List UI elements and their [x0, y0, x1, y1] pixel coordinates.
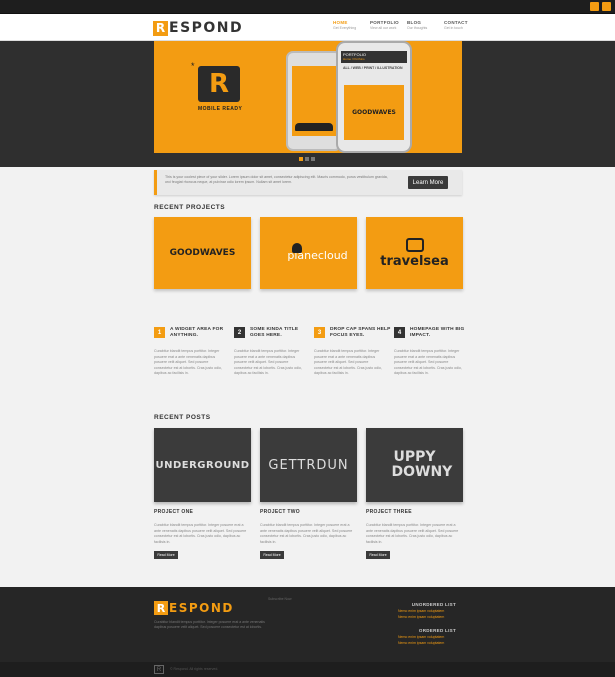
main-nav: HOME Get Everything PORTFOLIO View all o… [333, 20, 481, 30]
search-icon[interactable] [590, 2, 599, 11]
widget-title: HOMEPAGE WITH BIG IMPACT. [410, 327, 465, 338]
copyright-text: © Respond. All rights reserved. [170, 667, 219, 671]
top-bar [0, 0, 615, 14]
phone-screen-label: GOODWAVES [352, 109, 396, 116]
logo-text: ESPOND [169, 20, 244, 36]
site-header: R ESPOND HOME Get Everything PORTFOLIO V… [0, 14, 615, 41]
phone-back-image [286, 51, 342, 151]
slider-dot[interactable] [311, 157, 315, 161]
read-more-button[interactable]: Read More [154, 551, 178, 559]
footer-list-title: ORDERED LIST [418, 628, 456, 633]
widget-title: DROP CAP SPANS HELP FOCUS EYES. [330, 327, 391, 338]
footer-ordered-list: ORDERED LIST Nemo enim ipsam voluptatem … [398, 628, 456, 645]
post-thumbnail[interactable]: UNDERGROUND [154, 428, 251, 502]
footer-logo[interactable]: R ESPOND [154, 601, 234, 615]
nav-sub: Our thoughts [407, 26, 428, 30]
mobile-ready-label: MOBILE READY [198, 106, 243, 112]
post-thumb-label: GETTRDUN [268, 457, 349, 473]
post-card: UPPY DOWNY PROJECT THREE Curabitur bland… [366, 428, 463, 559]
mobile-ready-badge: R [198, 66, 240, 102]
post-thumb-label: UPPY DOWNY [391, 449, 453, 480]
camera-icon [405, 237, 424, 252]
slider-pager [299, 157, 317, 161]
project-thumb-goodwaves[interactable]: GOODWAVES [154, 217, 251, 289]
widget-body: Curabitur blandit tempus porttitor. Inte… [154, 349, 222, 375]
project-thumb-planecloud[interactable]: planecloud [260, 217, 357, 289]
footer-list-item[interactable]: Nemo enim ipsam voluptatem [398, 641, 456, 645]
nav-label: BLOG [407, 20, 422, 25]
rss-icon[interactable] [602, 2, 611, 11]
star-icon: * [191, 61, 195, 71]
footer-unordered-list: UNORDERED LIST Nemo enim ipsam voluptate… [398, 602, 456, 619]
footer-list-title: UNORDERED LIST [411, 602, 456, 607]
project-label: travelsea [380, 253, 449, 269]
widget-number: 3 [314, 327, 325, 338]
logo-mark: R [153, 20, 168, 36]
footer-list-item[interactable]: Nemo enim ipsam voluptatem [398, 635, 456, 639]
callout-text: This is your coolest piece of your slide… [165, 175, 388, 184]
post-thumbnail[interactable]: GETTRDUN [260, 428, 357, 502]
logo-mark: R [154, 601, 168, 615]
footer-mid-text: Subscribe Now [268, 597, 292, 601]
post-card: UNDERGROUND PROJECT ONE Curabitur blandi… [154, 428, 251, 559]
widget-number: 2 [234, 327, 245, 338]
slider-dot[interactable] [305, 157, 309, 161]
phone-bar-sub: Home / Portfolio [343, 57, 365, 61]
nav-sub: Get Everything [333, 26, 357, 30]
slider-dot[interactable] [299, 157, 303, 161]
site-footer: R ESPOND Curabitur blandit tempus portti… [0, 587, 615, 677]
post-thumb-label: UNDERGROUND [155, 459, 250, 471]
widget-body: Curabitur blandit tempus porttitor. Inte… [314, 349, 382, 375]
phone-front-image: PORTFOLIO Home / Portfolio ALL / WEB / P… [336, 41, 412, 153]
nav-item-contact[interactable]: CONTACT Get in touch [444, 20, 481, 30]
site-logo[interactable]: R ESPOND [153, 20, 243, 36]
nav-sub: Get in touch [444, 26, 463, 30]
post-excerpt: Curabitur blandit tempus porttitor. Inte… [154, 523, 247, 544]
post-title[interactable]: PROJECT TWO [260, 509, 357, 515]
nav-item-portfolio[interactable]: PORTFOLIO View all our work [370, 20, 407, 30]
widget-number: 4 [394, 327, 405, 338]
widget-number: 1 [154, 327, 165, 338]
intro-callout: This is your coolest piece of your slide… [154, 170, 462, 195]
widget-body: Curabitur blandit tempus porttitor. Inte… [394, 349, 462, 375]
phone-front-screen: GOODWAVES [344, 85, 404, 140]
nav-label: CONTACT [444, 20, 468, 25]
recent-posts-title: RECENT POSTS [154, 414, 211, 421]
learn-more-button[interactable]: Learn More [408, 176, 448, 189]
nav-label: HOME [333, 20, 348, 25]
post-title[interactable]: PROJECT ONE [154, 509, 251, 515]
wave-icon [295, 123, 333, 131]
project-thumb-travelsea[interactable]: travelsea [366, 217, 463, 289]
post-title[interactable]: PROJECT THREE [366, 509, 463, 515]
post-excerpt: Curabitur blandit tempus porttitor. Inte… [260, 523, 353, 544]
phone-filter: ALL / WEB / PRINT / ILLUSTRATION [343, 66, 403, 70]
widget-body: Curabitur blandit tempus porttitor. Inte… [234, 349, 302, 375]
post-card: GETTRDUN PROJECT TWO Curabitur blandit t… [260, 428, 357, 559]
nav-label: PORTFOLIO [370, 20, 399, 25]
read-more-button[interactable]: Read More [260, 551, 284, 559]
widget-title: A WIDGET AREA FOR ANYTHING. [170, 327, 224, 338]
footer-list-item[interactable]: Nemo enim ipsam voluptatem [398, 615, 456, 619]
recent-projects-title: RECENT PROJECTS [154, 204, 226, 211]
nav-item-home[interactable]: HOME Get Everything [333, 20, 370, 30]
hero-slider[interactable]: * R MOBILE READY PORTFOLIO Home / Portfo… [154, 41, 462, 153]
read-more-button[interactable]: Read More [366, 551, 390, 559]
widget-title: SOME KINDA TITLE GOES HERE. [250, 327, 299, 338]
post-thumbnail[interactable]: UPPY DOWNY [366, 428, 463, 502]
phone-title-bar: PORTFOLIO Home / Portfolio [341, 51, 407, 63]
post-excerpt: Curabitur blandit tempus porttitor. Inte… [366, 523, 459, 544]
nav-item-blog[interactable]: BLOG Our thoughts [407, 20, 444, 30]
footer-small-logo[interactable]: R [154, 665, 164, 674]
footer-about-text: Curabitur blandit tempus porttitor. Inte… [154, 620, 265, 629]
logo-text: ESPOND [169, 601, 234, 615]
footer-bottom-bar: R © Respond. All rights reserved. [0, 662, 615, 677]
project-label: GOODWAVES [169, 248, 236, 258]
footer-list-item[interactable]: Nemo enim ipsam voluptatem [398, 609, 456, 613]
nav-sub: View all our work [370, 26, 397, 30]
tree-icon [292, 243, 302, 253]
